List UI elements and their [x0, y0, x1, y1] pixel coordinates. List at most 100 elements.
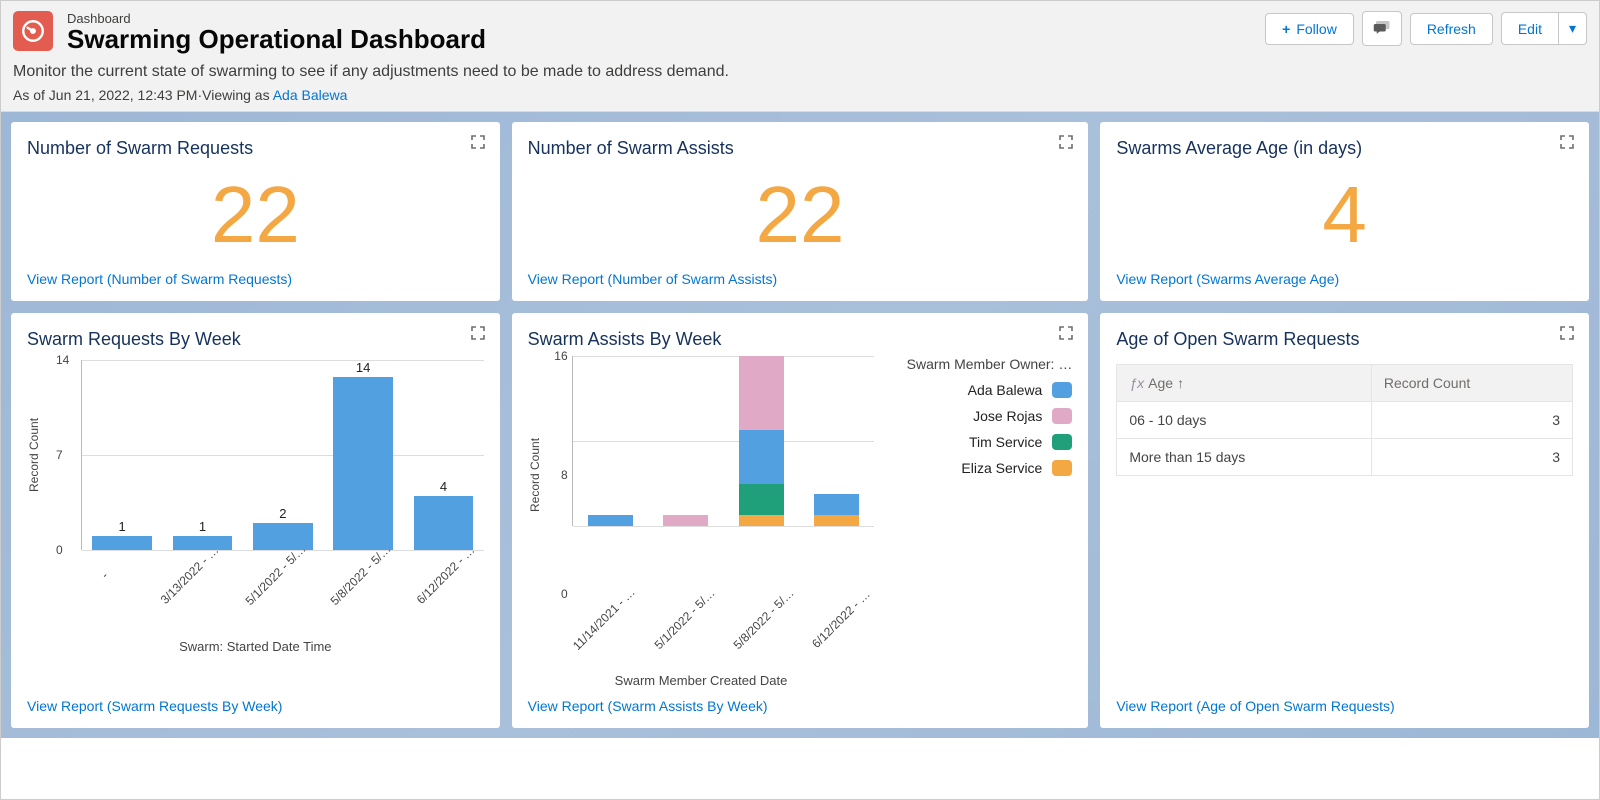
- bar-slot: 14: [323, 360, 403, 550]
- stacked-bar[interactable]: [799, 356, 874, 526]
- card-title: Number of Swarm Requests: [27, 138, 484, 159]
- count-cell: 3: [1371, 402, 1572, 439]
- x-axis-title: Swarm Member Created Date: [528, 673, 875, 688]
- card-title: Number of Swarm Assists: [528, 138, 1073, 159]
- chart-requests-by-week: Record Count 112144 0714 -3/13/2022 - …5…: [27, 350, 484, 688]
- bar-segment: [739, 356, 784, 430]
- x-tick: 5/1/2022 - 5/…: [651, 586, 717, 652]
- y-axis-label: Record Count: [528, 356, 542, 594]
- metric-value: 4: [1116, 159, 1573, 271]
- count-cell: 3: [1371, 439, 1572, 476]
- plus-icon: +: [1282, 21, 1290, 37]
- card-title: Age of Open Swarm Requests: [1116, 329, 1573, 350]
- x-axis-title: Swarm: Started Date Time: [27, 639, 484, 654]
- stacked-bar[interactable]: [724, 356, 799, 526]
- y-axis-label: Record Count: [27, 360, 41, 550]
- bar[interactable]: [414, 496, 473, 550]
- expand-icon[interactable]: [470, 134, 486, 153]
- view-report-link[interactable]: View Report (Number of Swarm Requests): [27, 271, 484, 287]
- card-requests-by-week: Swarm Requests By Week Record Count 1 1 2 1…: [11, 313, 500, 728]
- edit-dropdown-button[interactable]: ▾: [1558, 12, 1587, 45]
- view-report-link[interactable]: View Report (Swarm Requests By Week): [27, 698, 484, 714]
- dashboard-meta: As of Jun 21, 2022, 12:43 PM·Viewing as …: [13, 87, 1587, 103]
- view-report-link[interactable]: View Report (Number of Swarm Assists): [528, 271, 1073, 287]
- x-axis-labels: 11/14/2021 - …5/1/2022 - 5/…5/8/2022 - 5…: [558, 596, 875, 628]
- card-age-open-requests: Age of Open Swarm Requests ƒxAge↑ Record…: [1100, 313, 1589, 728]
- expand-icon[interactable]: [1559, 134, 1575, 153]
- follow-label: Follow: [1296, 21, 1336, 37]
- metric-value: 22: [27, 159, 484, 271]
- metric-value: 22: [528, 159, 1073, 271]
- bar-slot: 1: [162, 360, 242, 550]
- age-table: ƒxAge↑ Record Count 06 - 10 days3More th…: [1116, 364, 1573, 476]
- bar-slot: 4: [403, 360, 483, 550]
- count-col-header[interactable]: Record Count: [1371, 365, 1572, 402]
- x-tick: 5/8/2022 - 5/…: [731, 586, 797, 652]
- age-col-label: Age: [1148, 375, 1173, 391]
- legend-label: Jose Rojas: [973, 408, 1042, 424]
- stacked-bar[interactable]: [573, 356, 648, 526]
- bar-segment: [814, 494, 859, 515]
- legend-item[interactable]: Jose Rojas: [882, 408, 1072, 424]
- y-tick: 14: [56, 353, 69, 367]
- dashboard-subtitle: Monitor the current state of swarming to…: [13, 63, 1587, 81]
- age-cell: More than 15 days: [1117, 439, 1372, 476]
- age-col-header[interactable]: ƒxAge↑: [1117, 365, 1372, 402]
- bar-value-label: 4: [440, 479, 447, 494]
- viewing-as-prefix: ·Viewing as: [197, 87, 272, 103]
- chevron-down-icon: ▾: [1569, 20, 1576, 37]
- dashboard-grid-wrap: Number of Swarm Requests 22 View Report …: [1, 112, 1599, 738]
- viewing-as-user-link[interactable]: Ada Balewa: [273, 87, 348, 103]
- sort-up-icon: ↑: [1177, 375, 1184, 391]
- follow-button[interactable]: + Follow: [1265, 13, 1354, 45]
- bar-segment: [739, 515, 784, 526]
- bar-value-label: 1: [119, 519, 126, 534]
- bar[interactable]: [333, 377, 392, 550]
- chart-legend: Swarm Member Owner: … Ada Balewa Jose Roj…: [882, 356, 1072, 688]
- edit-button[interactable]: Edit: [1501, 12, 1558, 45]
- bar-value-label: 2: [279, 506, 286, 521]
- y-tick: 16: [554, 349, 567, 363]
- legend-label: Eliza Service: [961, 460, 1042, 476]
- expand-icon[interactable]: [1058, 325, 1074, 344]
- legend-swatch: [1052, 408, 1072, 424]
- page-title: Swarming Operational Dashboard: [67, 24, 1257, 55]
- view-report-link[interactable]: View Report (Swarm Assists By Week): [528, 698, 1073, 714]
- chart-plot: [572, 356, 875, 526]
- card-swarm-requests: Number of Swarm Requests 22 View Report …: [11, 122, 500, 301]
- card-title: Swarm Requests By Week: [27, 329, 484, 350]
- refresh-button[interactable]: Refresh: [1410, 13, 1493, 45]
- table-row[interactable]: 06 - 10 days3: [1117, 402, 1573, 439]
- card-title: Swarm Assists By Week: [528, 329, 1073, 350]
- bar-value-label: 1: [199, 519, 206, 534]
- as-of-value: Jun 21, 2022, 12:43 PM: [49, 87, 198, 103]
- legend-swatch: [1052, 434, 1072, 450]
- dashboard-grid: Number of Swarm Requests 22 View Report …: [11, 122, 1589, 728]
- y-tick: 7: [56, 448, 63, 462]
- card-assists-by-week: Swarm Assists By Week Record Count 0816: [512, 313, 1089, 728]
- legend-item[interactable]: Tim Service: [882, 434, 1072, 450]
- view-report-link[interactable]: View Report (Age of Open Swarm Requests): [1116, 698, 1573, 714]
- stacked-bar[interactable]: [648, 356, 723, 526]
- bar-segment: [663, 515, 708, 526]
- view-report-link[interactable]: View Report (Swarms Average Age): [1116, 271, 1573, 287]
- bar-slot: 1: [82, 360, 162, 550]
- legend-label: Tim Service: [969, 434, 1042, 450]
- legend-item[interactable]: Ada Balewa: [882, 382, 1072, 398]
- x-tick: 11/14/2021 - …: [570, 585, 638, 653]
- collaborate-button[interactable]: [1362, 11, 1402, 46]
- legend-title: Swarm Member Owner: …: [882, 356, 1072, 372]
- expand-icon[interactable]: [470, 325, 486, 344]
- expand-icon[interactable]: [1559, 325, 1575, 344]
- y-tick: 0: [56, 543, 63, 557]
- bar-segment: [739, 484, 784, 516]
- bar-value-label: 14: [356, 360, 370, 375]
- header-actions: + Follow Refresh Edit ▾: [1257, 11, 1587, 46]
- table-row[interactable]: More than 15 days3: [1117, 439, 1573, 476]
- card-swarm-assists: Number of Swarm Assists 22 View Report (…: [512, 122, 1089, 301]
- bar-segment: [814, 515, 859, 526]
- legend-swatch: [1052, 460, 1072, 476]
- legend-item[interactable]: Eliza Service: [882, 460, 1072, 476]
- expand-icon[interactable]: [1058, 134, 1074, 153]
- card-average-age: Swarms Average Age (in days) 4 View Repo…: [1100, 122, 1589, 301]
